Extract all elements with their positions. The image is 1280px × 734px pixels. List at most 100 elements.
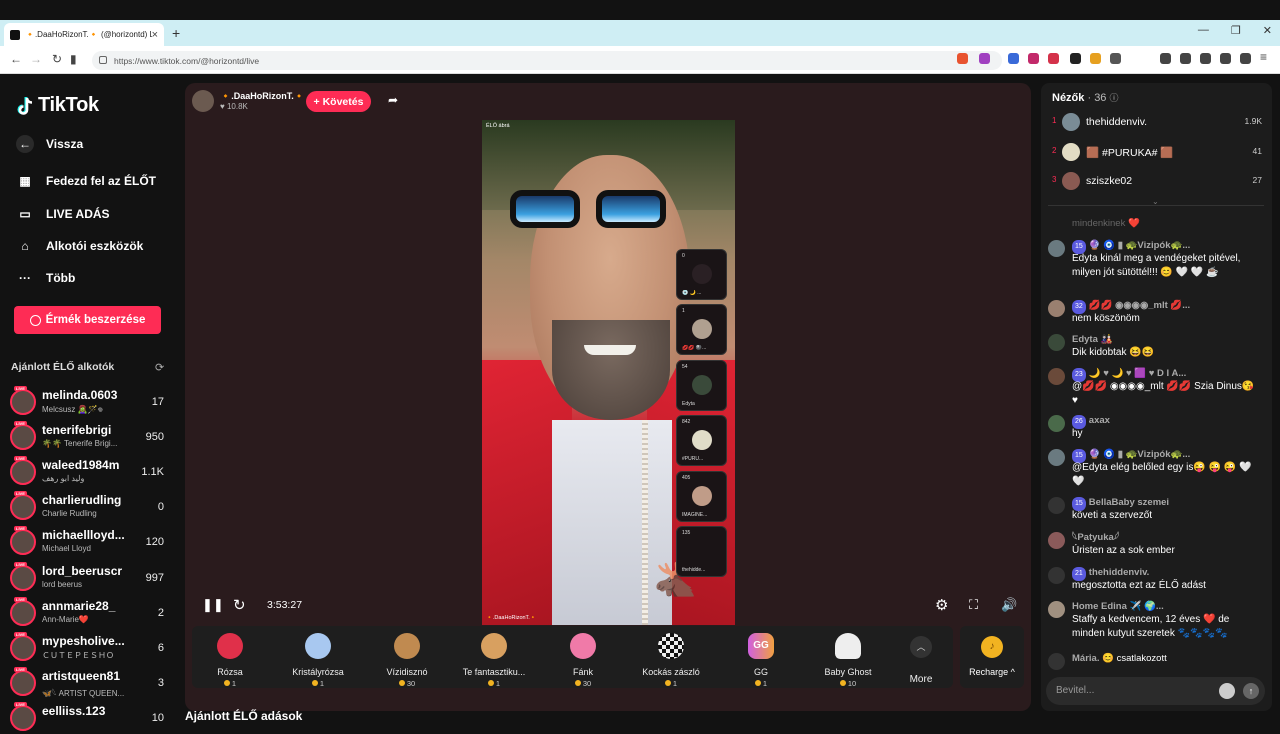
emoji-icon[interactable] [1219,683,1235,699]
gift-price-value: 1 [319,679,325,688]
recommended-creator[interactable]: LIVE melinda.0603 Melcsusz 🧟‍♀️🪄𖦹 17 [10,386,170,418]
extensions-puzzle-icon[interactable] [1110,53,1121,64]
guest-avatar [692,319,712,339]
host-avatar[interactable] [192,90,214,112]
sidebar-item-creator-tools[interactable]: ⌂ Alkotói eszközök [16,239,143,253]
send-icon[interactable]: ↑ [1243,683,1259,699]
back-icon[interactable]: ← [10,52,22,66]
url-field[interactable]: https://www.tiktok.com/@horizontd/live [92,51,1002,70]
site-info-icon[interactable] [99,56,107,64]
gift-item[interactable]: Kockás zászló 1 [631,630,711,688]
extension-icon[interactable] [1090,53,1101,64]
lens-left [510,190,580,228]
restore-icon[interactable]: ❐ [1231,24,1241,37]
gift-price-value: 1 [672,679,678,688]
gift-item[interactable]: Vízidisznó 30 [367,630,447,688]
extension-icon[interactable] [1008,53,1019,64]
top-viewer[interactable]: 2 🟫 #PURUKA# 🟫 41 [1050,142,1264,162]
forward-icon[interactable]: → [30,52,42,66]
new-tab-button[interactable]: + [172,25,180,41]
extension-icon[interactable] [1070,53,1081,64]
refresh-icon[interactable]: ⟳ [155,361,164,374]
settings-gear-icon[interactable]: ⚙ [935,596,948,614]
fullscreen-icon[interactable]: ⛶ [969,597,978,613]
recommended-creator[interactable]: LIVE eelliiss.123 10 [10,702,170,734]
sidebar-toggle-icon[interactable] [1180,53,1191,64]
guest-tile[interactable]: 135 thehidde... [676,526,727,577]
guest-tile[interactable]: 405 IMAGINE... [676,471,727,522]
gift-item[interactable]: Fánk 30 [543,630,623,688]
follow-button[interactable]: + Követés [306,91,371,112]
host-name: 🔸.DaaHoRizonT.🔸 [220,91,305,101]
capybara-icon [394,633,420,659]
get-coins-button[interactable]: Érmék beszerzése [14,306,161,334]
vpn-icon[interactable] [1240,53,1251,64]
viewer-name: sziszke02 [1086,175,1133,187]
recommended-creator[interactable]: LIVE michaellloyd... Michael Lloyd 120 [10,526,170,558]
more-gifts-button[interactable]: ︿ More [906,636,936,685]
chat-username: 🔮 🧿 ▮ 🐢Vizipók🐢... [1088,449,1191,460]
menu-icon[interactable]: ≡ [1260,50,1267,64]
chat-username: axax [1088,415,1110,426]
rewards-icon[interactable] [979,53,990,64]
leo-icon[interactable] [1220,53,1231,64]
gift-item[interactable]: Kristályrózsa 1 [278,630,358,688]
recommended-creator[interactable]: LIVE artistqueen81 🦋𓆩 ARTIST QUEEN... 3 [10,667,170,699]
gift-item[interactable]: Baby Ghost 10 [808,630,888,688]
sidebar-item-back[interactable]: ← Vissza [16,135,83,153]
share-event-icon [1048,567,1065,584]
chat-header: Mária. 😊 csatlakozott [1072,652,1167,666]
top-viewer[interactable]: 3 sziszke02 27 [1050,171,1264,191]
gift-item[interactable]: Rózsa 1 [190,630,270,688]
close-tab-icon[interactable]: × [152,29,158,41]
reload-icon[interactable]: ↻ [52,52,62,66]
top-viewer[interactable]: 1 thehiddenviv. 1.9K [1050,112,1264,132]
viewers-heading[interactable]: Nézők · 36 ⓘ [1052,91,1119,104]
browser-tab[interactable]: 🔸.DaaHoRizonT.🔸 (@horizontd) LIVE × [4,23,164,46]
brave-shield-icon[interactable] [957,53,968,64]
recommended-creator[interactable]: LIVE annmarie28_ Ann-Marie❤️ 2 [10,597,170,629]
recommended-creator[interactable]: LIVE waleed1984m وليد ابو رهف 1.1K [10,456,170,488]
bookmark-icon[interactable]: ▮ [70,52,77,66]
chat-text: Staffy a kedvencem, 12 éves ❤️ de minden… [1072,614,1230,639]
media-icon[interactable] [1160,53,1171,64]
pause-icon[interactable]: ❚❚ [202,597,224,613]
chat-username: 🌙 ♥ 🌙 ♥ 🟪 ♥ D I A... [1088,368,1187,379]
recharge-button[interactable]: ♪ Recharge ^ [960,626,1024,688]
recommended-creator[interactable]: LIVE lord_beeruscr lord beerus 997 [10,562,170,594]
sidebar-item-go-live[interactable]: ▭ LIVE ADÁS [16,207,109,221]
volume-icon[interactable]: 🔊 [1001,597,1017,613]
refresh-stream-icon[interactable]: ↻ [233,596,246,614]
guest-tile[interactable]: 842 #PURU... [676,415,727,466]
faded-chat-line: mindenkinek ❤️ [1072,218,1140,229]
sidebar-item-explore-live[interactable]: ▦ Fedezd fel az ÉLŐT [16,174,156,188]
gift-item[interactable]: GG GG 1 [721,630,801,688]
guest-tile[interactable]: 0 💿 🌙 ... [676,249,727,300]
recommended-creator[interactable]: LIVE mypesholive... ＣＵＴＥＰＥＳＨＯ 6 [10,632,170,664]
sidebar-item-more[interactable]: ··· Több [16,271,75,285]
live-badge: LIVE [14,421,27,426]
info-icon[interactable]: ⓘ [1110,93,1119,103]
sidebar-item-label: Alkotói eszközök [46,239,144,253]
recommended-creator[interactable]: LIVE charlierudling Charlie Rudling 0 [10,491,170,523]
host-info[interactable]: 🔸.DaaHoRizonT.🔸 ♥ 10.8K [192,90,305,112]
creator-name: eelliiss.123 [42,704,106,718]
viewer-count: 6 [157,642,164,654]
recommended-creator[interactable]: LIVE tenerifebrigi 🌴🌴 Tenerife Brigi... … [10,421,170,453]
tiktok-logo[interactable]: TikTok [16,94,99,117]
close-window-icon[interactable]: ✕ [1263,24,1272,37]
avatar [1048,300,1065,317]
guest-tile[interactable]: 54 Edyta [676,360,727,411]
creator-nickname: Melcsusz 🧟‍♀️🪄𖦹 [42,405,103,414]
extension-icon[interactable] [1048,53,1059,64]
live-badge: LIVE [14,702,27,707]
share-icon[interactable]: ➦ [384,93,402,111]
lens-right [596,190,666,228]
guest-tile[interactable]: 1 💋💋 🎱... [676,304,727,355]
gift-item[interactable]: Te fantasztiku... 1 [454,630,534,688]
wallet-icon[interactable] [1200,53,1211,64]
donut-icon [570,633,596,659]
chat-input[interactable]: Bevitel... ↑ [1046,677,1265,705]
minimize-icon[interactable]: — [1198,24,1209,37]
extension-icon[interactable] [1028,53,1039,64]
